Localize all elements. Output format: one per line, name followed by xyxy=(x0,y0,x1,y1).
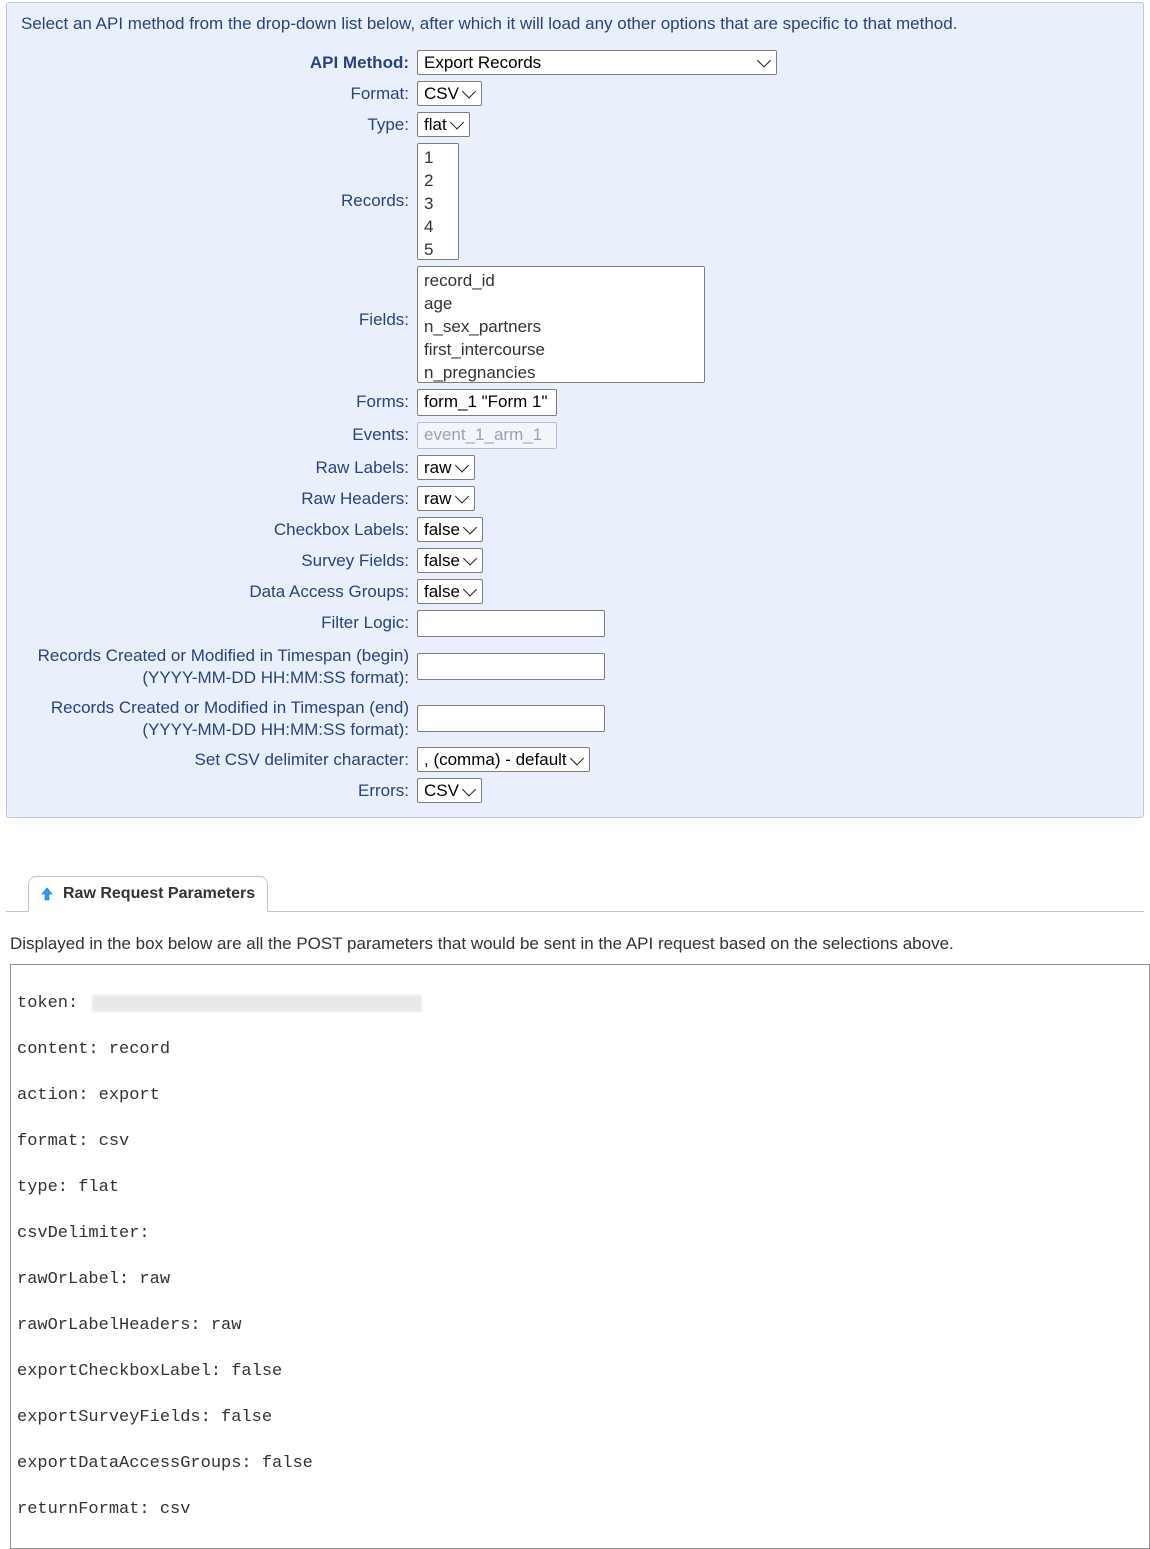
raw-line: returnFormat: csv xyxy=(17,1498,1143,1521)
raw-line: exportSurveyFields: false xyxy=(17,1406,1143,1429)
events-input[interactable] xyxy=(417,422,557,449)
timespan-begin-input[interactable] xyxy=(417,653,605,680)
raw-line: content: record xyxy=(17,1038,1143,1061)
fields-listbox[interactable]: record_id age n_sex_partners first_inter… xyxy=(417,266,705,383)
type-select[interactable]: flat xyxy=(417,112,470,137)
label-events: Events: xyxy=(21,422,411,449)
label-fields: Fields: xyxy=(21,266,411,383)
label-filter-logic: Filter Logic: xyxy=(21,610,411,637)
raw-headers-select[interactable]: raw xyxy=(417,486,475,511)
api-options-panel: Select an API method from the drop-down … xyxy=(6,2,1144,818)
errors-select[interactable]: CSV xyxy=(417,778,482,803)
label-timespan-begin: Records Created or Modified in Timespan … xyxy=(21,643,411,689)
label-errors: Errors: xyxy=(21,778,411,803)
dags-select[interactable]: false xyxy=(417,579,483,604)
redacted-token xyxy=(92,995,422,1012)
raw-description: Displayed in the box below are all the P… xyxy=(10,934,1140,954)
records-listbox[interactable]: 1 2 3 4 5 xyxy=(417,143,459,260)
raw-line: token: xyxy=(17,992,88,1015)
form-grid: API Method: Export Records Format: CSV T… xyxy=(21,50,1129,803)
raw-line: rawOrLabelHeaders: raw xyxy=(17,1314,1143,1337)
survey-fields-select[interactable]: false xyxy=(417,548,483,573)
label-checkbox-labels: Checkbox Labels: xyxy=(21,517,411,542)
raw-labels-select[interactable]: raw xyxy=(417,455,475,480)
forms-input[interactable] xyxy=(417,389,557,416)
list-item[interactable]: n_sex_partners xyxy=(424,315,704,338)
label-survey-fields: Survey Fields: xyxy=(21,548,411,573)
raw-line: type: flat xyxy=(17,1176,1143,1199)
label-forms: Forms: xyxy=(21,389,411,416)
list-item[interactable]: 5 xyxy=(424,238,458,260)
format-select[interactable]: CSV xyxy=(417,81,482,106)
list-item[interactable]: age xyxy=(424,292,704,315)
list-item[interactable]: 2 xyxy=(424,169,458,192)
label-raw-headers: Raw Headers: xyxy=(21,486,411,511)
raw-line: exportDataAccessGroups: false xyxy=(17,1452,1143,1475)
tab-row: Raw Request Parameters xyxy=(6,872,1144,912)
raw-line: format: csv xyxy=(17,1130,1143,1153)
arrow-up-icon xyxy=(39,886,55,902)
tab-title: Raw Request Parameters xyxy=(63,885,255,903)
label-dags: Data Access Groups: xyxy=(21,579,411,604)
list-item[interactable]: 1 xyxy=(424,146,458,169)
label-csv-delim: Set CSV delimiter character: xyxy=(21,747,411,772)
label-type: Type: xyxy=(21,112,411,137)
raw-line: exportCheckboxLabel: false xyxy=(17,1360,1143,1383)
tab-raw-request[interactable]: Raw Request Parameters xyxy=(28,876,268,912)
label-raw-labels: Raw Labels: xyxy=(21,455,411,480)
raw-line: csvDelimiter: xyxy=(17,1222,1143,1245)
filter-logic-input[interactable] xyxy=(417,610,605,637)
list-item[interactable]: 3 xyxy=(424,192,458,215)
list-item[interactable]: record_id xyxy=(424,269,704,292)
list-item[interactable]: 4 xyxy=(424,215,458,238)
label-format: Format: xyxy=(21,81,411,106)
raw-line: rawOrLabel: raw xyxy=(17,1268,1143,1291)
list-item[interactable]: n_pregnancies xyxy=(424,361,704,383)
label-timespan-end: Records Created or Modified in Timespan … xyxy=(21,695,411,741)
checkbox-labels-select[interactable]: false xyxy=(417,517,483,542)
intro-text: Select an API method from the drop-down … xyxy=(21,13,1129,36)
raw-line: action: export xyxy=(17,1084,1143,1107)
label-api-method: API Method: xyxy=(21,50,411,75)
timespan-end-input[interactable] xyxy=(417,705,605,732)
list-item[interactable]: first_intercourse xyxy=(424,338,704,361)
raw-request-box: token: content: record action: export fo… xyxy=(10,964,1150,1549)
label-records: Records: xyxy=(21,143,411,260)
api-method-select[interactable]: Export Records xyxy=(417,50,777,75)
csv-delim-select[interactable]: , (comma) - default xyxy=(417,747,590,772)
